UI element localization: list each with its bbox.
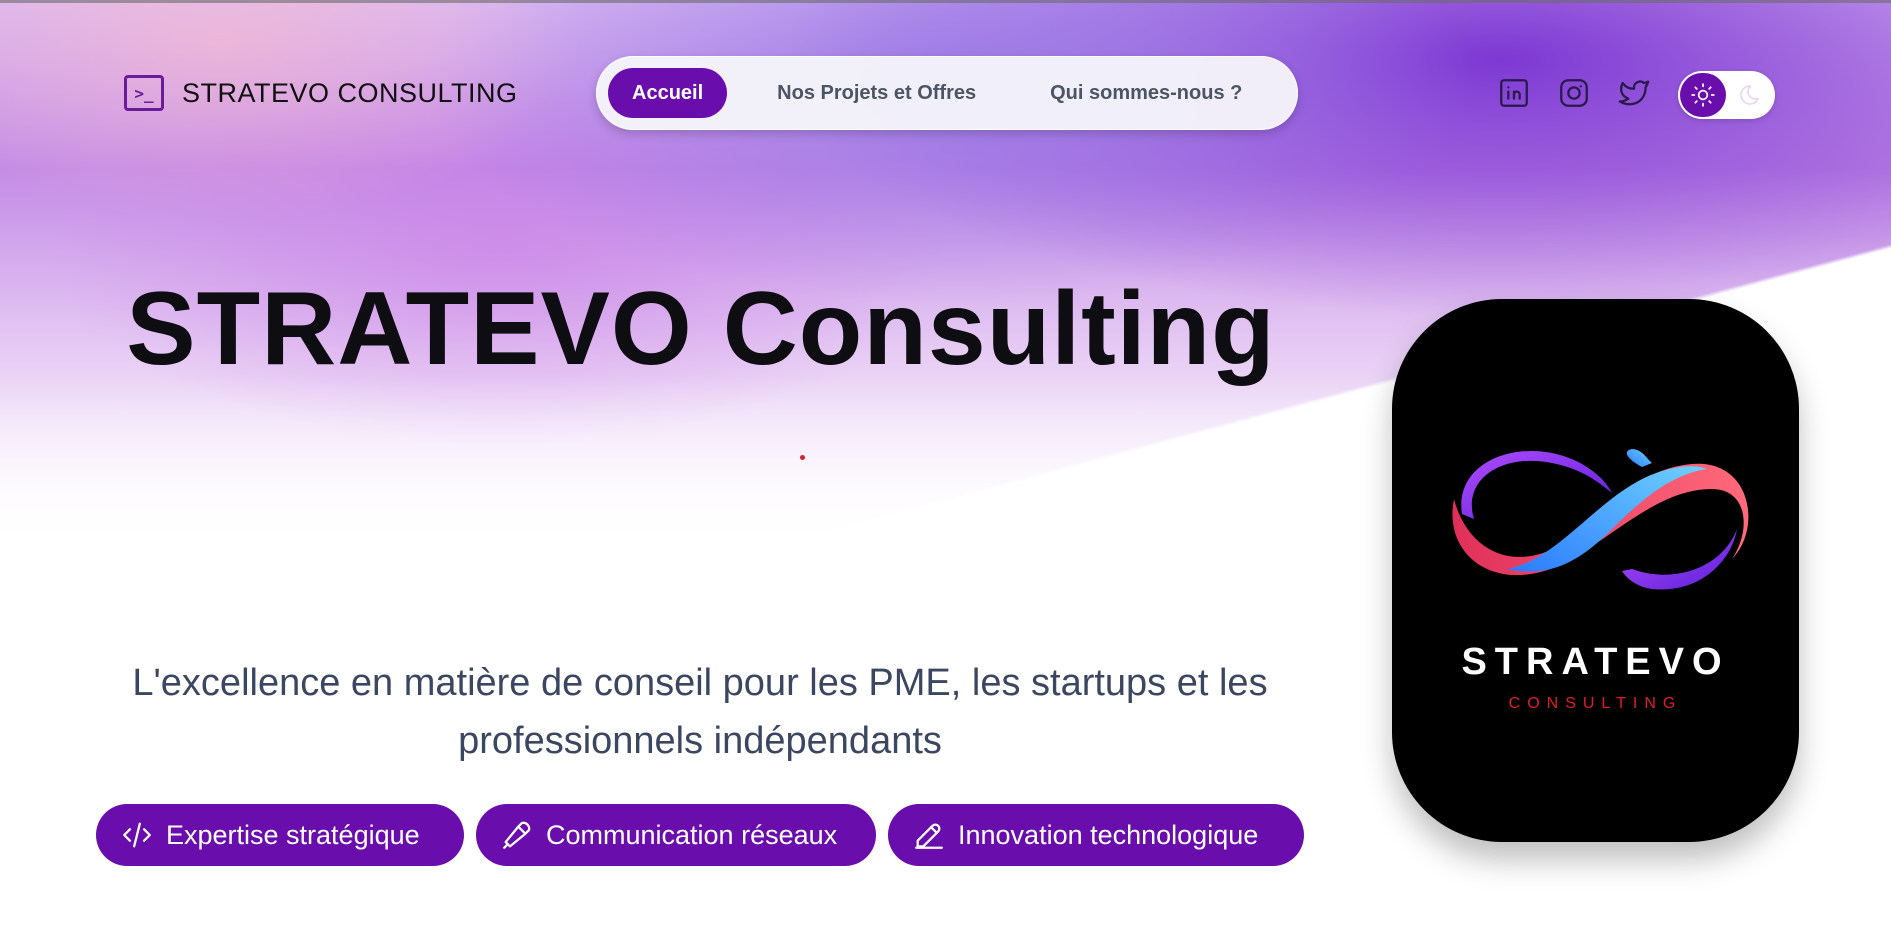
moon-icon bbox=[1736, 81, 1764, 109]
instagram-icon[interactable] bbox=[1556, 75, 1592, 111]
feature-pills: Expertise stratégique Communication rése… bbox=[96, 804, 1304, 866]
theme-toggle[interactable] bbox=[1678, 71, 1775, 119]
expertise-strategique-button[interactable]: Expertise stratégique bbox=[96, 804, 464, 866]
nav-item-accueil[interactable]: Accueil bbox=[608, 68, 728, 118]
brand-name: STRATEVO CONSULTING bbox=[182, 77, 518, 108]
pill-label: Expertise stratégique bbox=[166, 819, 420, 850]
communication-reseaux-button[interactable]: Communication réseaux bbox=[476, 804, 876, 866]
sun-icon bbox=[1680, 73, 1726, 117]
nav-item-qui-sommes-nous[interactable]: Qui sommes-nous ? bbox=[1026, 68, 1266, 118]
linkedin-icon[interactable] bbox=[1496, 75, 1532, 111]
logo-subtitle: CONSULTING bbox=[1508, 695, 1683, 712]
company-logo-card: STRATEVO CONSULTING bbox=[1392, 299, 1799, 842]
top-border bbox=[0, 0, 1891, 3]
hero-subtitle: L'excellence en matière de conseil pour … bbox=[132, 662, 1268, 762]
microphone-icon bbox=[503, 821, 531, 849]
brand-logo-link[interactable]: >_ STRATEVO CONSULTING bbox=[124, 75, 518, 111]
social-links bbox=[1496, 75, 1652, 111]
twitter-icon[interactable] bbox=[1616, 75, 1652, 111]
innovation-technologique-button[interactable]: Innovation technologique bbox=[888, 804, 1304, 866]
nav-item-projets-offres[interactable]: Nos Projets et Offres bbox=[753, 68, 1000, 118]
pill-label: Communication réseaux bbox=[546, 819, 838, 850]
terminal-icon: >_ bbox=[124, 75, 164, 111]
main-navigation: Accueil Nos Projets et Offres Qui sommes… bbox=[596, 56, 1298, 130]
logo-wordmark: STRATEVO bbox=[1461, 641, 1730, 683]
pencil-icon bbox=[915, 823, 943, 849]
hero-title: STRATEVO Consulting bbox=[126, 271, 1276, 387]
code-icon bbox=[123, 822, 151, 848]
infinity-logo-icon bbox=[1452, 449, 1749, 590]
decorative-dot bbox=[800, 455, 805, 460]
pill-label: Innovation technologique bbox=[958, 819, 1259, 850]
page: >_ STRATEVO CONSULTING Accueil Nos Proje… bbox=[0, 0, 1891, 937]
